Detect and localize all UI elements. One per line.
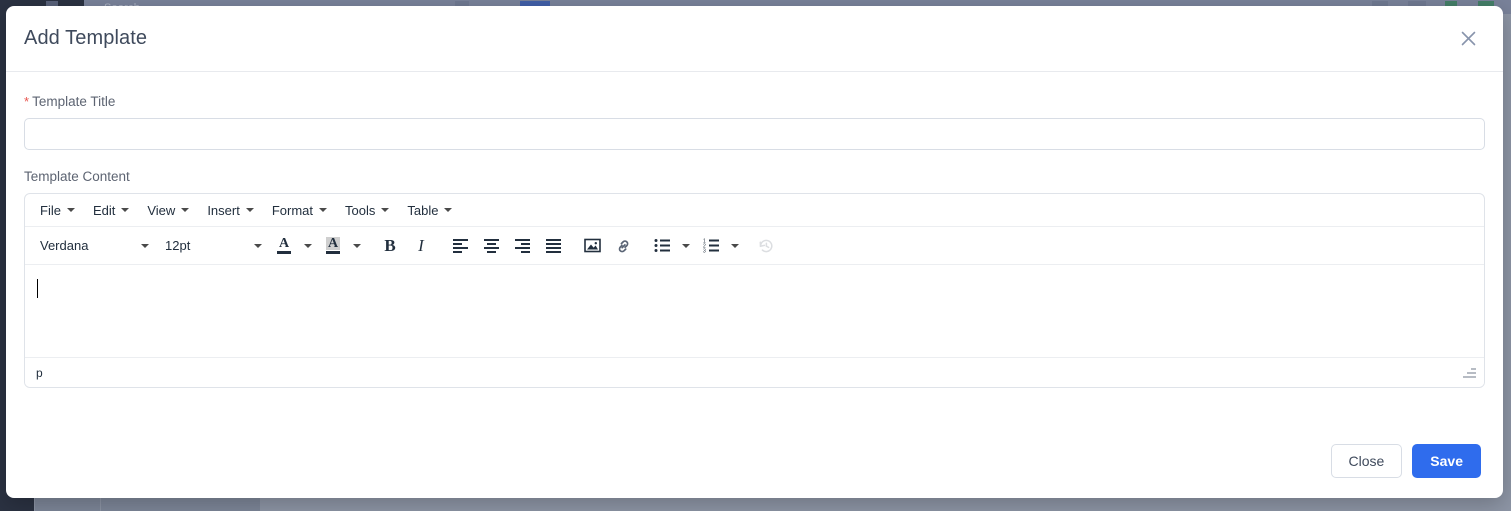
numbered-list-icon[interactable]: 1 2 3 bbox=[696, 232, 726, 260]
background-color-letter: A bbox=[325, 236, 341, 251]
background-color-dropdown[interactable] bbox=[348, 232, 366, 260]
chevron-down-icon bbox=[353, 243, 361, 248]
text-color-icon[interactable]: A bbox=[269, 232, 299, 260]
text-color-swatch bbox=[277, 251, 291, 254]
required-marker: * bbox=[24, 94, 30, 109]
italic-label: I bbox=[418, 235, 424, 255]
font-size-select[interactable]: 12pt bbox=[156, 232, 268, 260]
editor-menubar: File Edit View Insert Format Tools Table bbox=[25, 194, 1484, 227]
menu-file[interactable]: File bbox=[31, 199, 84, 222]
template-title-label: * Template Title bbox=[24, 94, 1485, 110]
close-icon[interactable] bbox=[1455, 26, 1481, 52]
template-content-label: Template Content bbox=[24, 169, 130, 184]
add-template-modal: Add Template * Template Title Template Co… bbox=[6, 6, 1503, 498]
font-family-value: Verdana bbox=[40, 238, 89, 253]
menu-edit[interactable]: Edit bbox=[84, 199, 138, 222]
link-icon[interactable] bbox=[608, 232, 638, 260]
modal-footer: Close Save bbox=[6, 424, 1503, 498]
text-color-dropdown[interactable] bbox=[299, 232, 317, 260]
chevron-down-icon bbox=[181, 208, 190, 212]
menu-tools[interactable]: Tools bbox=[336, 199, 398, 222]
italic-icon[interactable]: I bbox=[406, 232, 436, 260]
template-title-input[interactable] bbox=[24, 118, 1485, 150]
modal-body: * Template Title Template Content File Ed… bbox=[6, 72, 1503, 424]
text-color-button[interactable]: A bbox=[269, 232, 317, 260]
bullet-list-dropdown[interactable] bbox=[677, 232, 695, 260]
chevron-down-icon bbox=[444, 208, 453, 212]
bold-label: B bbox=[384, 235, 396, 255]
numbered-list-button[interactable]: 1 2 3 bbox=[696, 232, 744, 260]
background-color-button[interactable]: A bbox=[318, 232, 366, 260]
template-title-label-text: Template Title bbox=[32, 94, 116, 109]
chevron-down-icon bbox=[731, 243, 739, 248]
menu-tools-label: Tools bbox=[345, 202, 376, 218]
modal-header: Add Template bbox=[6, 6, 1503, 72]
svg-text:3: 3 bbox=[703, 249, 706, 253]
image-icon[interactable] bbox=[577, 232, 607, 260]
chevron-down-icon bbox=[304, 243, 312, 248]
menu-insert[interactable]: Insert bbox=[198, 199, 263, 222]
menu-format-label: Format bbox=[271, 202, 313, 218]
rich-text-editor: File Edit View Insert Format Tools Table… bbox=[24, 193, 1485, 388]
chevron-down-icon bbox=[381, 208, 390, 212]
bold-icon[interactable]: B bbox=[375, 232, 405, 260]
editor-content-area[interactable] bbox=[25, 265, 1484, 357]
menu-edit-label: Edit bbox=[92, 202, 116, 218]
chevron-down-icon bbox=[254, 243, 262, 248]
editor-toolbar: Verdana 12pt A A B I 1 2 3 bbox=[25, 227, 1484, 265]
menu-table[interactable]: Table bbox=[398, 199, 461, 222]
page-title: Add Template bbox=[24, 27, 148, 49]
font-size-value: 12pt bbox=[165, 238, 191, 253]
menu-view-label: View bbox=[147, 202, 176, 218]
font-family-select[interactable]: Verdana bbox=[31, 232, 155, 260]
restore-draft-icon bbox=[751, 232, 781, 260]
bullet-list-icon[interactable] bbox=[647, 232, 677, 260]
text-color-letter: A bbox=[278, 236, 290, 251]
align-center-icon[interactable] bbox=[476, 232, 506, 260]
menu-view[interactable]: View bbox=[138, 199, 198, 222]
save-button[interactable]: Save bbox=[1412, 444, 1481, 478]
chevron-down-icon bbox=[319, 208, 327, 212]
chevron-down-icon bbox=[141, 243, 149, 248]
editor-statusbar: p bbox=[25, 357, 1484, 387]
background-color-icon[interactable]: A bbox=[318, 232, 348, 260]
numbered-list-dropdown[interactable] bbox=[726, 232, 744, 260]
bullet-list-button[interactable] bbox=[647, 232, 695, 260]
menu-file-label: File bbox=[40, 202, 61, 218]
resize-handle-icon[interactable] bbox=[1462, 366, 1476, 380]
menu-table-label: Table bbox=[407, 202, 439, 218]
align-left-icon[interactable] bbox=[445, 232, 475, 260]
text-caret bbox=[37, 279, 38, 298]
chevron-down-icon bbox=[245, 208, 254, 212]
background-color-swatch bbox=[326, 251, 340, 254]
align-right-icon[interactable] bbox=[507, 232, 537, 260]
align-justify-icon[interactable] bbox=[538, 232, 568, 260]
chevron-down-icon bbox=[66, 208, 75, 212]
close-button[interactable]: Close bbox=[1330, 444, 1403, 478]
chevron-down-icon bbox=[121, 208, 130, 212]
menu-format[interactable]: Format bbox=[263, 199, 336, 222]
chevron-down-icon bbox=[682, 243, 690, 248]
menu-insert-label: Insert bbox=[207, 202, 240, 218]
element-path[interactable]: p bbox=[36, 366, 43, 380]
